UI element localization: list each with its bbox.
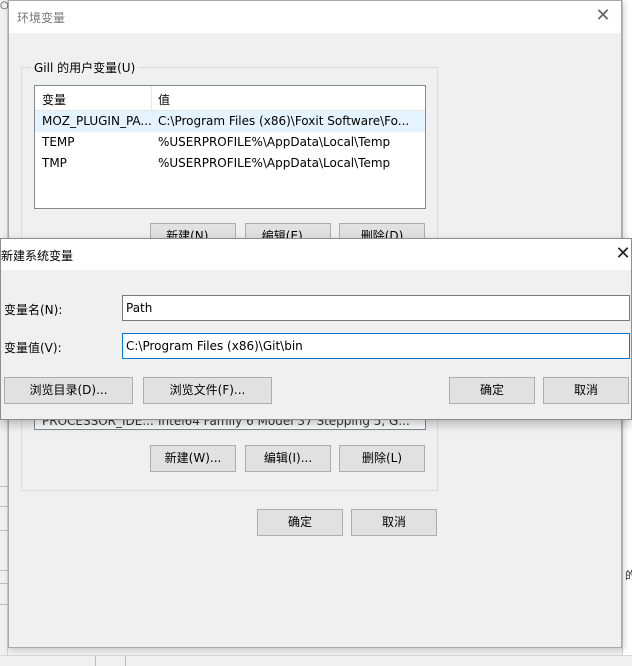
env-cancel-button[interactable]: 取消	[351, 509, 437, 536]
system-delete-button[interactable]: 删除(L)	[339, 445, 425, 472]
background-bottom-edge	[0, 655, 632, 666]
user-variables-label: Gill 的用户变量(U)	[31, 59, 139, 76]
variable-value-label: 变量值(V):	[4, 341, 62, 355]
variable-name: TMP	[42, 156, 67, 170]
variable-name-label: 变量名(N):	[4, 303, 63, 317]
variable-name: MOZ_PLUGIN_PA...	[42, 114, 152, 128]
system-variables-list[interactable]: PROCESSOR_IDE... Intel64 Family 6 Model …	[34, 420, 426, 430]
env-title-bar[interactable]: 环境变量 ✕	[9, 1, 621, 33]
variable-value: Intel64 Family 6 Model 37 Stepping 5, G.…	[158, 420, 410, 428]
env-ok-button[interactable]: 确定	[257, 509, 343, 536]
nv-title-bar[interactable]: 新建系统变量 ✕	[1, 239, 631, 270]
nv-dialog-title: 新建系统变量	[1, 249, 74, 263]
nv-ok-button[interactable]: 确定	[449, 377, 535, 404]
list-row[interactable]: TMP %USERPROFILE%\AppData\Local\Temp	[35, 153, 425, 174]
list-row[interactable]: TEMP %USERPROFILE%\AppData\Local\Temp	[35, 132, 425, 153]
list-row[interactable]: MOZ_PLUGIN_PA... C:\Program Files (x86)\…	[35, 111, 425, 132]
nv-cancel-button[interactable]: 取消	[543, 377, 629, 404]
new-system-variable-dialog: 新建系统变量 ✕ 变量名(N): 变量值(V): 浏览目录(D)... 浏览文件…	[0, 238, 632, 420]
variable-name: PROCESSOR_IDE...	[42, 420, 154, 428]
column-separator[interactable]	[151, 86, 152, 111]
variable-value: %USERPROFILE%\AppData\Local\Temp	[158, 135, 391, 149]
env-dialog-title: 环境变量	[17, 11, 66, 25]
system-new-button[interactable]: 新建(W)...	[150, 445, 236, 472]
background-text-fragment: 的	[625, 569, 632, 582]
variable-value: %USERPROFILE%\AppData\Local\Temp	[158, 156, 391, 170]
variable-name-field[interactable]	[122, 295, 630, 321]
nv-close-icon[interactable]: ✕	[613, 243, 632, 265]
list-header: 变量 值	[35, 86, 425, 111]
system-edit-button[interactable]: 编辑(I)...	[245, 445, 331, 472]
variable-name: TEMP	[42, 135, 75, 149]
column-header-variable[interactable]: 变量	[42, 91, 66, 108]
variable-value-field[interactable]	[122, 333, 630, 359]
browse-file-button[interactable]: 浏览文件(F)...	[143, 377, 272, 404]
column-header-value[interactable]: 值	[158, 91, 170, 108]
user-variables-list[interactable]: 变量 值 MOZ_PLUGIN_PA... C:\Program Files (…	[34, 85, 426, 209]
variable-value: C:\Program Files (x86)\Foxit Software\Fo…	[158, 114, 410, 128]
browse-directory-button[interactable]: 浏览目录(D)...	[4, 377, 133, 404]
env-close-icon[interactable]: ✕	[591, 5, 615, 27]
